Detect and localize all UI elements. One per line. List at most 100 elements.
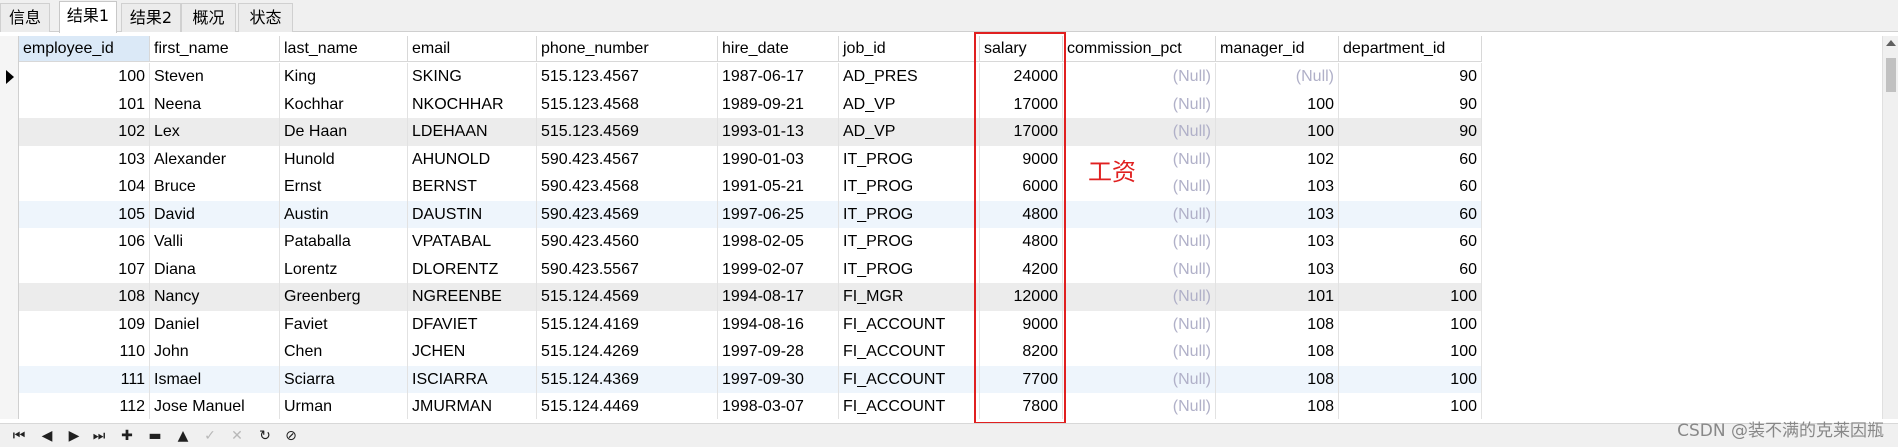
cell-job-id[interactable]: IT_PROG <box>839 200 980 228</box>
column-header-manager-id[interactable]: manager_id <box>1216 36 1339 62</box>
cell-department-id[interactable]: 60 <box>1339 228 1482 256</box>
cell-job-id[interactable]: AD_VP <box>839 118 980 146</box>
tab-info[interactable]: 信息 <box>0 3 50 32</box>
cell-email[interactable]: VPATABAL <box>408 228 537 256</box>
cell-salary[interactable]: 9000 <box>980 310 1063 338</box>
cell-hire-date[interactable]: 1990-01-03 <box>718 145 839 173</box>
cell-department-id[interactable]: 100 <box>1339 310 1482 338</box>
table-row[interactable]: 101 Neena Kochhar NKOCHHAR 515.123.4568 1989-… <box>19 90 1482 118</box>
cell-hire-date[interactable]: 1989-09-21 <box>718 90 839 118</box>
column-header-salary[interactable]: salary <box>980 36 1063 62</box>
cell-email[interactable]: NGREENBE <box>408 283 537 311</box>
cell-department-id[interactable]: 100 <box>1339 283 1482 311</box>
cell-hire-date[interactable]: 1991-05-21 <box>718 173 839 201</box>
cell-department-id[interactable]: 60 <box>1339 200 1482 228</box>
table-row[interactable]: 102 Lex De Haan LDEHAAN 515.123.4569 1993-01-… <box>19 118 1482 146</box>
cell-last-name[interactable]: Austin <box>280 200 408 228</box>
cell-manager-id[interactable]: 108 <box>1216 393 1339 419</box>
column-header-last-name[interactable]: last_name <box>280 36 408 62</box>
cell-manager-id[interactable]: 108 <box>1216 338 1339 366</box>
cell-job-id[interactable]: IT_PROG <box>839 255 980 283</box>
commit-button[interactable]: ✓ <box>199 427 221 445</box>
results-grid[interactable]: employee_id first_name last_name email phone… <box>0 36 1882 419</box>
tab-profile[interactable]: 概况 <box>181 3 236 32</box>
cell-employee-id[interactable]: 102 <box>19 118 150 146</box>
cell-first-name[interactable]: Steven <box>150 63 280 91</box>
cell-first-name[interactable]: Alexander <box>150 145 280 173</box>
cell-salary[interactable]: 8200 <box>980 338 1063 366</box>
cell-hire-date[interactable]: 1993-01-13 <box>718 118 839 146</box>
cell-job-id[interactable]: FI_MGR <box>839 283 980 311</box>
cell-commission-pct[interactable]: (Null) <box>1063 200 1216 228</box>
cell-department-id[interactable]: 90 <box>1339 90 1482 118</box>
cell-employee-id[interactable]: 110 <box>19 338 150 366</box>
cell-manager-id[interactable]: 102 <box>1216 145 1339 173</box>
cell-last-name[interactable]: Ernst <box>280 173 408 201</box>
cell-job-id[interactable]: IT_PROG <box>839 228 980 256</box>
cell-employee-id[interactable]: 108 <box>19 283 150 311</box>
table-row[interactable]: 109 Daniel Faviet DFAVIET 515.124.4169 1994-0… <box>19 310 1482 338</box>
cell-phone-number[interactable]: 590.423.4560 <box>537 228 718 256</box>
column-header-department-id[interactable]: department_id <box>1339 36 1482 62</box>
cell-salary[interactable]: 17000 <box>980 118 1063 146</box>
cell-phone-number[interactable]: 515.124.4169 <box>537 310 718 338</box>
cell-commission-pct[interactable]: (Null) <box>1063 118 1216 146</box>
cell-salary[interactable]: 7800 <box>980 393 1063 419</box>
cell-salary[interactable]: 24000 <box>980 63 1063 91</box>
column-header-phone-number[interactable]: phone_number <box>537 36 718 62</box>
cell-employee-id[interactable]: 100 <box>19 63 150 91</box>
cell-department-id[interactable]: 90 <box>1339 63 1482 91</box>
cell-manager-id[interactable]: 108 <box>1216 365 1339 393</box>
cell-employee-id[interactable]: 111 <box>19 365 150 393</box>
cell-commission-pct[interactable]: (Null) <box>1063 63 1216 91</box>
cell-job-id[interactable]: FI_ACCOUNT <box>839 310 980 338</box>
table-row[interactable]: 108 Nancy Greenberg NGREENBE 515.124.4569 199… <box>19 283 1482 311</box>
cell-first-name[interactable]: Valli <box>150 228 280 256</box>
cell-commission-pct[interactable]: (Null) <box>1063 393 1216 419</box>
cell-last-name[interactable]: Sciarra <box>280 365 408 393</box>
cell-job-id[interactable]: FI_ACCOUNT <box>839 365 980 393</box>
add-record-button[interactable]: ✚ <box>116 427 138 445</box>
table-row[interactable]: 110 John Chen JCHEN 515.124.4269 1997-09-28 FI… <box>19 338 1482 366</box>
cell-salary[interactable]: 7700 <box>980 365 1063 393</box>
vertical-scrollbar[interactable] <box>1882 36 1898 419</box>
cell-department-id[interactable]: 100 <box>1339 365 1482 393</box>
cell-email[interactable]: ISCIARRA <box>408 365 537 393</box>
table-row[interactable]: 107 Diana Lorentz DLORENTZ 590.423.5567 1999-… <box>19 255 1482 283</box>
cell-first-name[interactable]: John <box>150 338 280 366</box>
cell-salary[interactable]: 4800 <box>980 228 1063 256</box>
cell-email[interactable]: DAUSTIN <box>408 200 537 228</box>
cell-salary[interactable]: 9000 <box>980 145 1063 173</box>
table-row[interactable]: 100 Steven King SKING 515.123.4567 1987-06-17… <box>19 63 1482 91</box>
next-record-button[interactable]: ▶ <box>63 427 85 445</box>
cell-employee-id[interactable]: 112 <box>19 393 150 419</box>
cell-manager-id[interactable]: 103 <box>1216 228 1339 256</box>
cell-commission-pct[interactable]: (Null) <box>1063 255 1216 283</box>
cell-salary[interactable]: 12000 <box>980 283 1063 311</box>
cell-manager-id[interactable]: (Null) <box>1216 63 1339 91</box>
cell-email[interactable]: AHUNOLD <box>408 145 537 173</box>
cell-last-name[interactable]: King <box>280 63 408 91</box>
cell-job-id[interactable]: FI_ACCOUNT <box>839 393 980 419</box>
cell-email[interactable]: JCHEN <box>408 338 537 366</box>
cell-last-name[interactable]: Urman <box>280 393 408 419</box>
tab-result-2[interactable]: 结果2 <box>121 3 181 32</box>
cell-last-name[interactable]: Hunold <box>280 145 408 173</box>
cell-job-id[interactable]: IT_PROG <box>839 173 980 201</box>
cell-last-name[interactable]: Greenberg <box>280 283 408 311</box>
cell-last-name[interactable]: Faviet <box>280 310 408 338</box>
column-header-commission-pct[interactable]: commission_pct <box>1063 36 1216 62</box>
cell-last-name[interactable]: De Haan <box>280 118 408 146</box>
cell-hire-date[interactable]: 1987-06-17 <box>718 63 839 91</box>
cell-manager-id[interactable]: 103 <box>1216 255 1339 283</box>
cell-hire-date[interactable]: 1998-03-07 <box>718 393 839 419</box>
cell-salary[interactable]: 6000 <box>980 173 1063 201</box>
cell-hire-date[interactable]: 1999-02-07 <box>718 255 839 283</box>
table-row[interactable]: 103 Alexander Hunold AHUNOLD 590.423.4567 199… <box>19 145 1482 173</box>
last-record-button[interactable]: ⏭ <box>88 427 110 445</box>
cell-phone-number[interactable]: 590.423.5567 <box>537 255 718 283</box>
stop-icon[interactable]: ⊘ <box>280 427 302 445</box>
cell-first-name[interactable]: Neena <box>150 90 280 118</box>
table-row[interactable]: 111 Ismael Sciarra ISCIARRA 515.124.4369 1997… <box>19 365 1482 393</box>
cell-first-name[interactable]: Lex <box>150 118 280 146</box>
